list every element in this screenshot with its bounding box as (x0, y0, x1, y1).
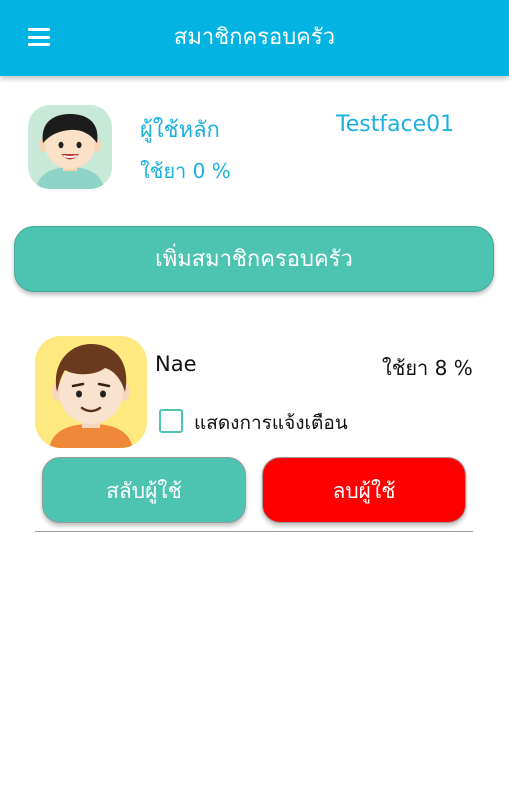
member-avatar-icon (35, 336, 147, 448)
main-user-role: ผู้ใช้หลัก (140, 118, 220, 143)
app-bar: สมาชิกครอบครัว (0, 0, 509, 76)
switch-user-button[interactable]: สลับผู้ใช้ (42, 457, 246, 523)
delete-user-button[interactable]: ลบผู้ใช้ (262, 457, 466, 523)
show-notification-checkbox[interactable] (159, 409, 183, 433)
divider (35, 531, 473, 532)
add-family-member-button[interactable]: เพิ่มสมาชิกครอบครัว (14, 226, 494, 292)
member-name: Nae (155, 352, 197, 376)
main-user-usage: ใช้ยา 0 % (140, 159, 231, 183)
show-notification-label: แสดงการแจ้งเตือน (194, 412, 348, 434)
page-title: สมาชิกครอบครัว (173, 25, 336, 50)
main-user-avatar-icon (28, 105, 112, 189)
main-user-name: Testface01 (336, 112, 455, 137)
member-usage: ใช้ยา 8 % (382, 356, 473, 380)
